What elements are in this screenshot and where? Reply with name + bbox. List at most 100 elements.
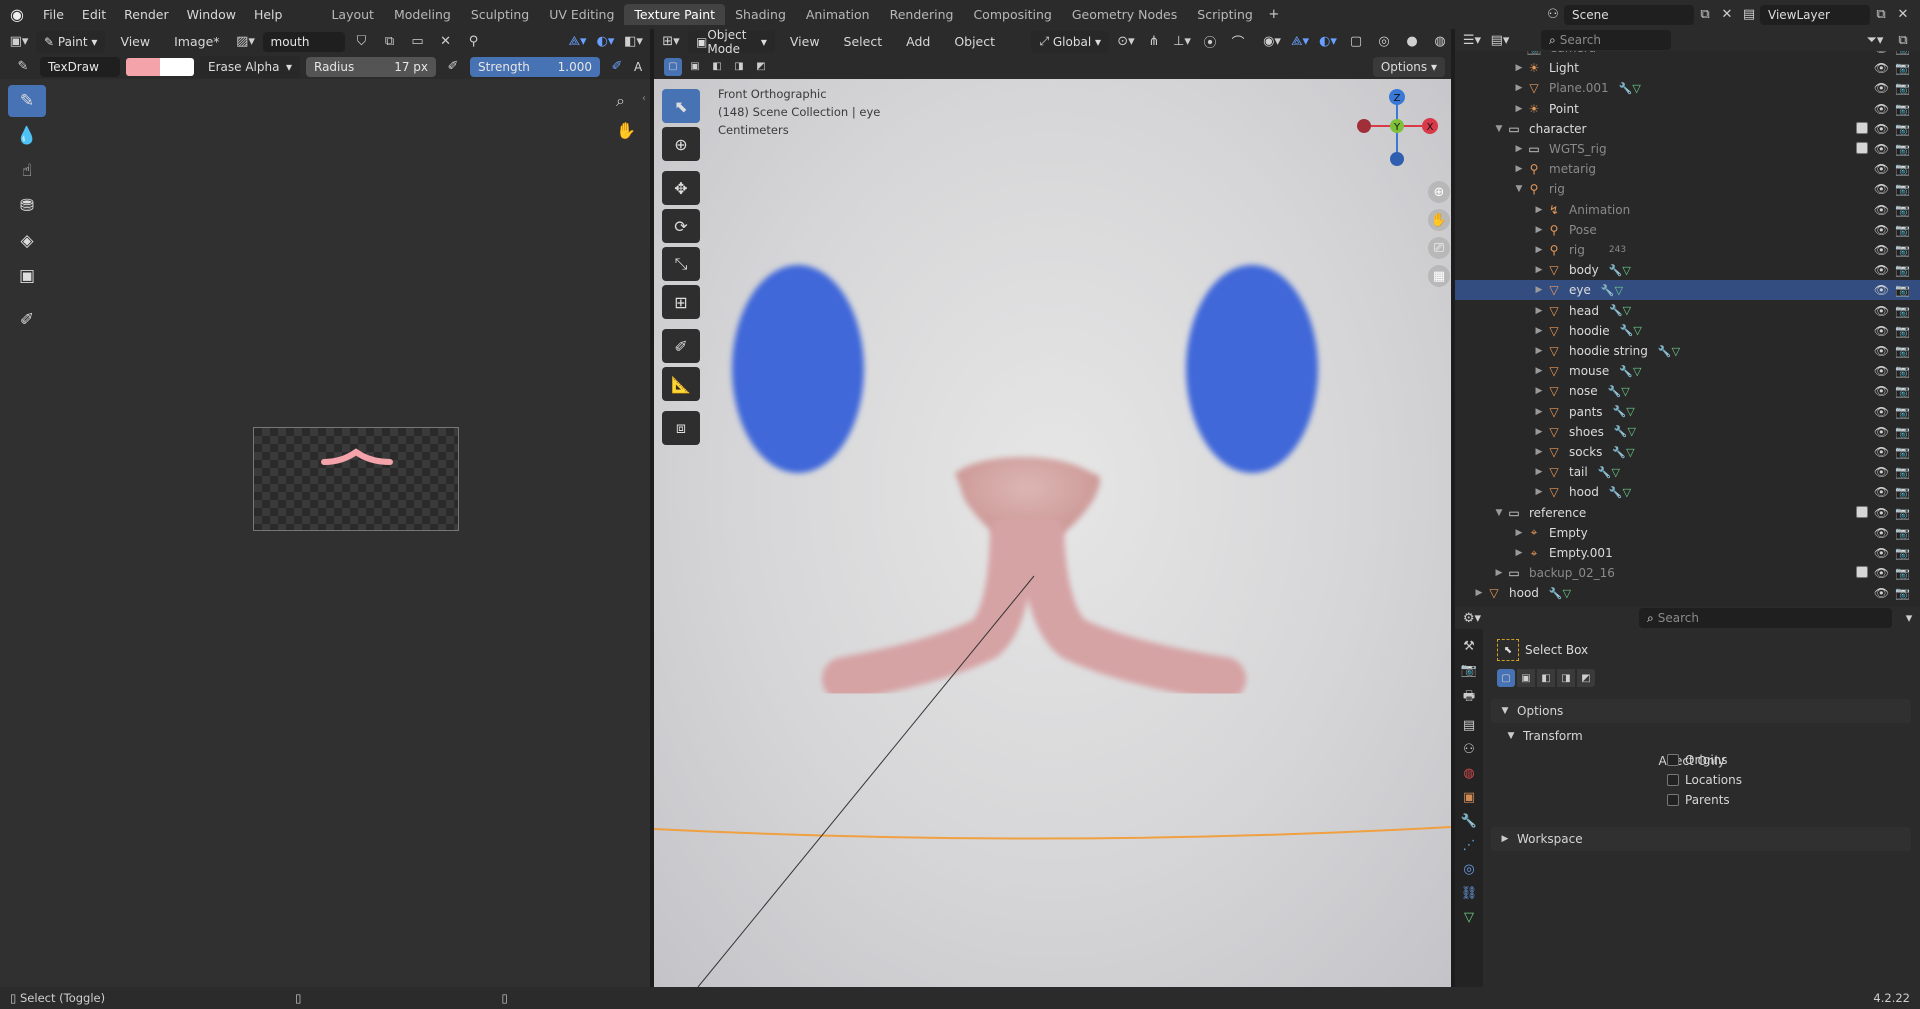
outliner-row[interactable]: ▶ ☀ Point 👁 📷 [1455,99,1920,119]
camera-render-icon[interactable]: 📷 [1895,223,1910,237]
open-image-icon[interactable]: ▭ [407,31,429,53]
expand-arrow-icon[interactable]: ▶ [1533,447,1545,457]
camera-render-icon[interactable]: 📷 [1895,445,1910,459]
outliner-row[interactable]: ▶ ▽ body 🔧 ▽ 👁 📷 [1455,260,1920,280]
eye-icon[interactable]: 👁 [1874,61,1889,75]
mode-new-icon[interactable]: ▢ [1497,669,1515,687]
workspace-panel-header[interactable]: ▶ Workspace [1491,827,1911,851]
viewport-editor-type-icon[interactable]: ⊞▾ [660,31,682,53]
eye-icon[interactable]: 👁 [1874,344,1889,358]
view-layer-tab-icon[interactable]: ▤ [1463,718,1475,733]
overlay-icon[interactable]: ◐▾ [595,31,617,53]
viewport-menu-add[interactable]: Add [897,34,939,49]
new-view-layer-icon[interactable]: ⧉ [1870,4,1892,26]
camera-render-icon[interactable]: 📷 [1895,263,1910,277]
origins-checkbox[interactable]: Origins [1667,753,1728,767]
eye-icon[interactable]: 👁 [1874,506,1889,520]
outliner-row[interactable]: ▶ ▽ Plane.001 🔧 ▽ 👁 📷 [1455,78,1920,98]
new-scene-icon[interactable]: ⧉ [1694,4,1716,26]
eye-icon[interactable]: 👁 [1874,283,1889,297]
tab-rendering[interactable]: Rendering [880,4,964,25]
mesh-data-icon[interactable]: ▽ [1623,304,1631,317]
expand-arrow-icon[interactable]: ▶ [1513,528,1525,538]
particles-tab-icon[interactable]: ⋰ [1463,838,1476,853]
eye-icon[interactable]: 👁 [1874,122,1889,136]
new-collection-icon[interactable]: ⧉ [1892,29,1914,51]
camera-render-icon[interactable]: 📷 [1895,324,1910,338]
radius-pressure-icon[interactable]: ✐ [442,56,464,78]
tool-tab-icon[interactable]: ⚒ [1463,639,1475,654]
mesh-data-icon[interactable]: ▽ [1628,425,1636,438]
select-invert-icon[interactable]: ◨ [730,56,748,78]
annotate-tool-icon-3d[interactable]: ✐ [662,329,700,363]
outliner-row[interactable]: ▶ ⌖ Empty.001 👁 📷 [1455,543,1920,563]
eye-icon[interactable]: 👁 [1874,102,1889,116]
select-intersect-icon[interactable]: ◩ [752,56,770,78]
camera-render-icon[interactable]: 📷 [1895,122,1910,136]
viewport-menu-view[interactable]: View [781,34,829,49]
constraints-tab-icon[interactable]: ⛓ [1461,886,1478,901]
camera-render-icon[interactable]: 📷 [1895,364,1910,378]
image-browse-icon[interactable]: ▨▾ [235,31,257,53]
ortho-toggle-icon[interactable]: ▦ [1428,265,1450,287]
scene-selector[interactable]: Scene [1564,4,1694,25]
tab-geometry-nodes[interactable]: Geometry Nodes [1062,4,1187,25]
expand-arrow-icon[interactable]: ▶ [1473,588,1485,598]
world-tab-icon[interactable]: ◍ [1463,766,1474,781]
expand-arrow-icon[interactable]: ▶ [1533,346,1545,356]
falloff-icon[interactable]: ⌒ [1227,31,1249,53]
expand-arrow-icon[interactable]: ▶ [1513,104,1525,114]
object-tab-icon[interactable]: ▣ [1463,790,1475,805]
viewport-pan-icon[interactable]: ✋ [1428,209,1450,231]
outliner-row[interactable]: ▶ ↯ Animation 👁 📷 [1455,200,1920,220]
modifier-tab-icon[interactable]: 🔧 [1461,814,1477,829]
transform-subpanel-header[interactable]: ▼ Transform [1505,724,1583,748]
expand-arrow-icon[interactable]: ▶ [1533,326,1545,336]
mesh-data-icon[interactable]: ▽ [1633,324,1641,337]
image-name-field[interactable]: mouth [262,31,345,52]
primary-color-swatch[interactable] [126,57,160,76]
eye-icon[interactable]: 👁 [1874,485,1889,499]
modifier-icon[interactable]: 🔧 [1601,284,1615,297]
camera-render-icon[interactable]: 📷 [1895,405,1910,419]
outliner-row[interactable]: ▼ ▭ character 👁 📷 [1455,119,1920,139]
display-mode-icon[interactable]: ▤▾ [1489,29,1511,51]
camera-render-icon[interactable]: 📷 [1895,384,1910,398]
viewport-zoom-icon[interactable]: ⊕ [1428,181,1450,203]
menu-edit[interactable]: Edit [73,7,115,22]
eye-icon[interactable]: 👁 [1874,445,1889,459]
expand-arrow-icon[interactable]: ▶ [1513,51,1525,53]
modifier-icon[interactable]: 🔧 [1609,486,1623,499]
tab-scripting[interactable]: Scripting [1187,4,1263,25]
unlink-image-icon[interactable]: ✕ [435,31,457,53]
camera-render-icon[interactable]: 📷 [1895,243,1910,257]
eye-icon[interactable]: 👁 [1874,182,1889,196]
expand-arrow-icon[interactable]: ▶ [1533,366,1545,376]
camera-render-icon[interactable]: 📷 [1895,526,1910,540]
camera-render-icon[interactable]: 📷 [1895,203,1910,217]
image-menu-image[interactable]: Image* [165,34,228,49]
properties-search-field[interactable]: ⌕ Search [1639,608,1892,628]
display-channels-icon[interactable]: ◧▾ [623,31,645,53]
menu-render[interactable]: Render [115,7,178,22]
outliner-row[interactable]: ▼ ▭ reference 👁 📷 [1455,503,1920,523]
select-box-tool-icon[interactable]: ⬉ [662,89,700,123]
camera-view-icon[interactable]: ⎚ [1428,237,1450,259]
pin-icon[interactable]: ⚲ [463,31,485,53]
proportional-edit-icon[interactable]: ⦿ [1199,31,1221,53]
eye-icon[interactable]: 👁 [1874,566,1889,580]
expand-arrow-icon[interactable]: ▶ [1533,245,1545,255]
outliner-row[interactable]: ▶ ⚲ Pose 👁 📷 [1455,220,1920,240]
outliner-row[interactable]: ▶ ▽ head 🔧 ▽ 👁 📷 [1455,301,1920,321]
tab-texture-paint[interactable]: Texture Paint [624,4,726,25]
collapse-arrow-icon[interactable]: ▼ [1513,184,1525,194]
outliner-row[interactable]: ▶ ⚲ metarig 👁 📷 [1455,159,1920,179]
viewport-overlay-icon[interactable]: ◐▾ [1317,31,1339,53]
scene-icon[interactable]: ⚇ [1542,4,1564,26]
radius-slider[interactable]: Radius 17 px [306,56,436,77]
object-mode-dropdown[interactable]: ▣ Object Mode ▾ [688,28,775,56]
viewport-options-dropdown[interactable]: Options ▾ [1372,56,1445,77]
viewport-menu-select[interactable]: Select [835,34,892,49]
eye-icon[interactable]: 👁 [1874,384,1889,398]
camera-render-icon[interactable]: 📷 [1895,546,1910,560]
